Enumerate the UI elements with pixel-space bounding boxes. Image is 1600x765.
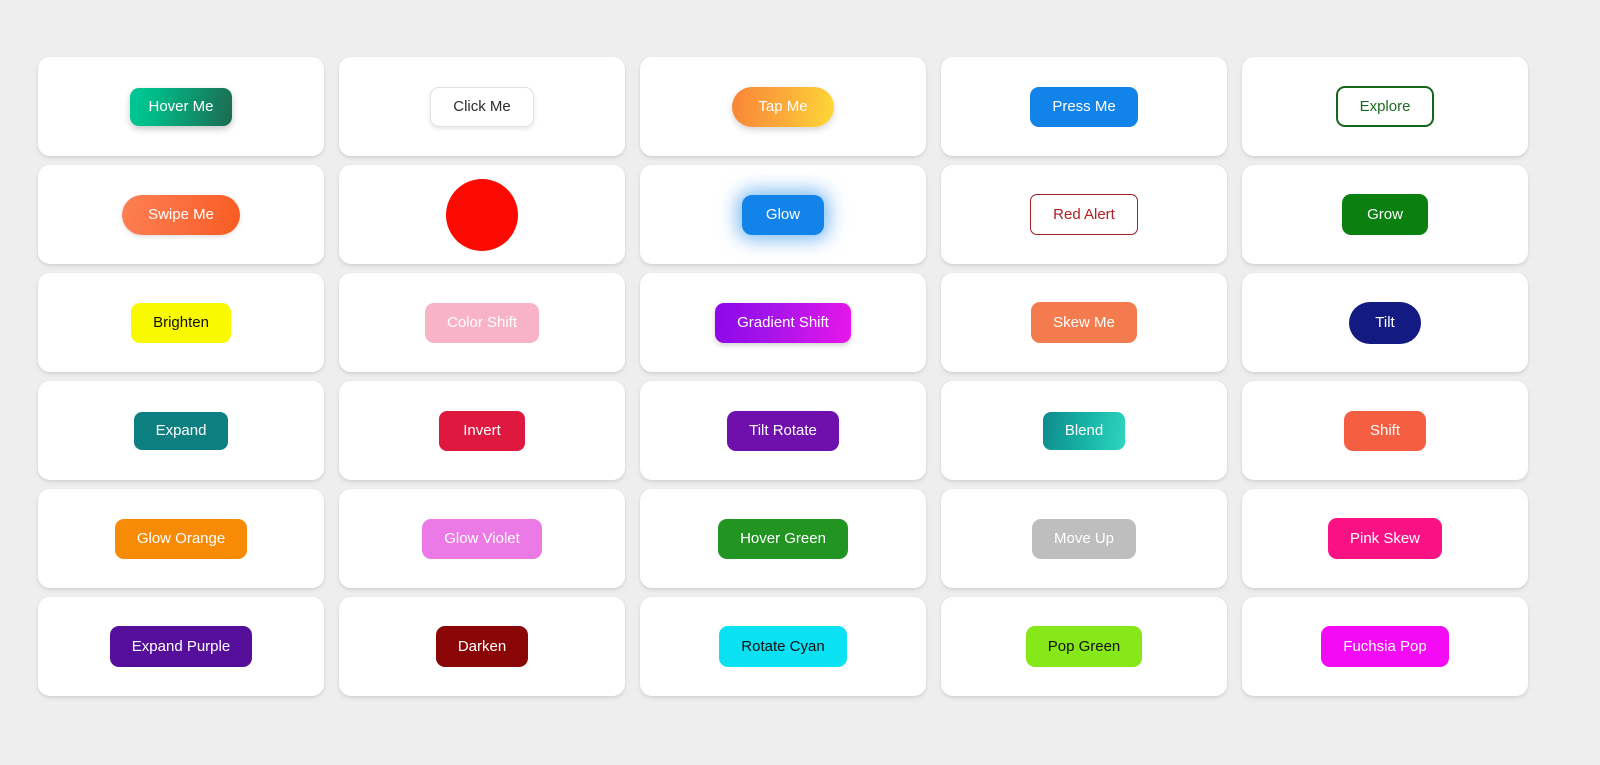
demo-button-tilt[interactable]: Tilt: [1349, 301, 1421, 344]
demo-button-shrink-circle[interactable]: [446, 178, 518, 251]
demo-button-red-alert[interactable]: Red Alert: [1030, 194, 1138, 235]
demo-button-gradient-shift[interactable]: Gradient Shift: [715, 302, 851, 343]
button-card: Gradient Shift: [640, 273, 926, 372]
demo-button-pink-skew[interactable]: Pink Skew: [1327, 518, 1443, 559]
button-card: Hover Green: [640, 489, 926, 588]
button-card: Explore: [1242, 57, 1528, 156]
button-card: Fuchsia Pop: [1242, 597, 1528, 696]
demo-button-blend[interactable]: Blend: [1042, 411, 1126, 450]
demo-button-explore[interactable]: Explore: [1335, 86, 1435, 127]
demo-button-pop-green[interactable]: Pop Green: [1025, 626, 1143, 667]
button-card: Pink Skew: [1242, 489, 1528, 588]
demo-button-brighten[interactable]: Brighten: [131, 302, 231, 343]
button-card: Darken: [339, 597, 625, 696]
button-card: Press Me: [941, 57, 1227, 156]
button-gallery-grid: Hover Me Click Me Tap Me Press Me Explore Swi…: [0, 0, 1600, 696]
button-card: Glow: [640, 165, 926, 264]
demo-button-hover-me[interactable]: Hover Me: [130, 87, 232, 126]
button-card: Click Me: [339, 57, 625, 156]
button-card: Brighten: [38, 273, 324, 372]
button-card: Grow: [1242, 165, 1528, 264]
button-card: Expand Purple: [38, 597, 324, 696]
button-card: Skew Me: [941, 273, 1227, 372]
button-card: Expand: [38, 381, 324, 480]
demo-button-shift[interactable]: Shift: [1343, 410, 1426, 451]
demo-button-press-me[interactable]: Press Me: [1030, 86, 1138, 127]
button-card: Tilt: [1242, 273, 1528, 372]
demo-button-tap-me[interactable]: Tap Me: [732, 86, 834, 127]
demo-button-grow[interactable]: Grow: [1342, 194, 1428, 235]
demo-button-glow-orange[interactable]: Glow Orange: [114, 518, 248, 559]
demo-button-expand-purple[interactable]: Expand Purple: [109, 626, 253, 667]
button-card: Pop Green: [941, 597, 1227, 696]
button-card: Color Shift: [339, 273, 625, 372]
demo-button-tilt-rotate[interactable]: Tilt Rotate: [727, 410, 839, 451]
demo-button-move-up[interactable]: Move Up: [1031, 518, 1137, 559]
demo-button-color-shift[interactable]: Color Shift: [424, 302, 540, 343]
button-card: Tap Me: [640, 57, 926, 156]
button-card: Red Alert: [941, 165, 1227, 264]
button-card: Blend: [941, 381, 1227, 480]
demo-button-fuchsia-pop[interactable]: Fuchsia Pop: [1321, 626, 1449, 667]
demo-button-skew-me[interactable]: Skew Me: [1031, 302, 1137, 343]
button-card: Shift: [1242, 381, 1528, 480]
demo-button-hover-green[interactable]: Hover Green: [718, 518, 848, 559]
demo-button-darken[interactable]: Darken: [435, 626, 529, 667]
button-card: Swipe Me: [38, 165, 324, 264]
demo-button-rotate-cyan[interactable]: Rotate Cyan: [719, 626, 847, 667]
demo-button-invert[interactable]: Invert: [439, 410, 525, 451]
button-card: Invert: [339, 381, 625, 480]
demo-button-expand[interactable]: Expand: [133, 411, 229, 450]
button-card: [339, 165, 625, 264]
button-card: Move Up: [941, 489, 1227, 588]
button-card: Rotate Cyan: [640, 597, 926, 696]
demo-button-click-me[interactable]: Click Me: [430, 86, 534, 127]
demo-button-swipe-me[interactable]: Swipe Me: [122, 194, 240, 235]
button-card: Glow Violet: [339, 489, 625, 588]
demo-button-glow-violet[interactable]: Glow Violet: [422, 518, 542, 559]
demo-button-glow[interactable]: Glow: [741, 194, 825, 235]
button-card: Glow Orange: [38, 489, 324, 588]
button-card: Hover Me: [38, 57, 324, 156]
button-card: Tilt Rotate: [640, 381, 926, 480]
